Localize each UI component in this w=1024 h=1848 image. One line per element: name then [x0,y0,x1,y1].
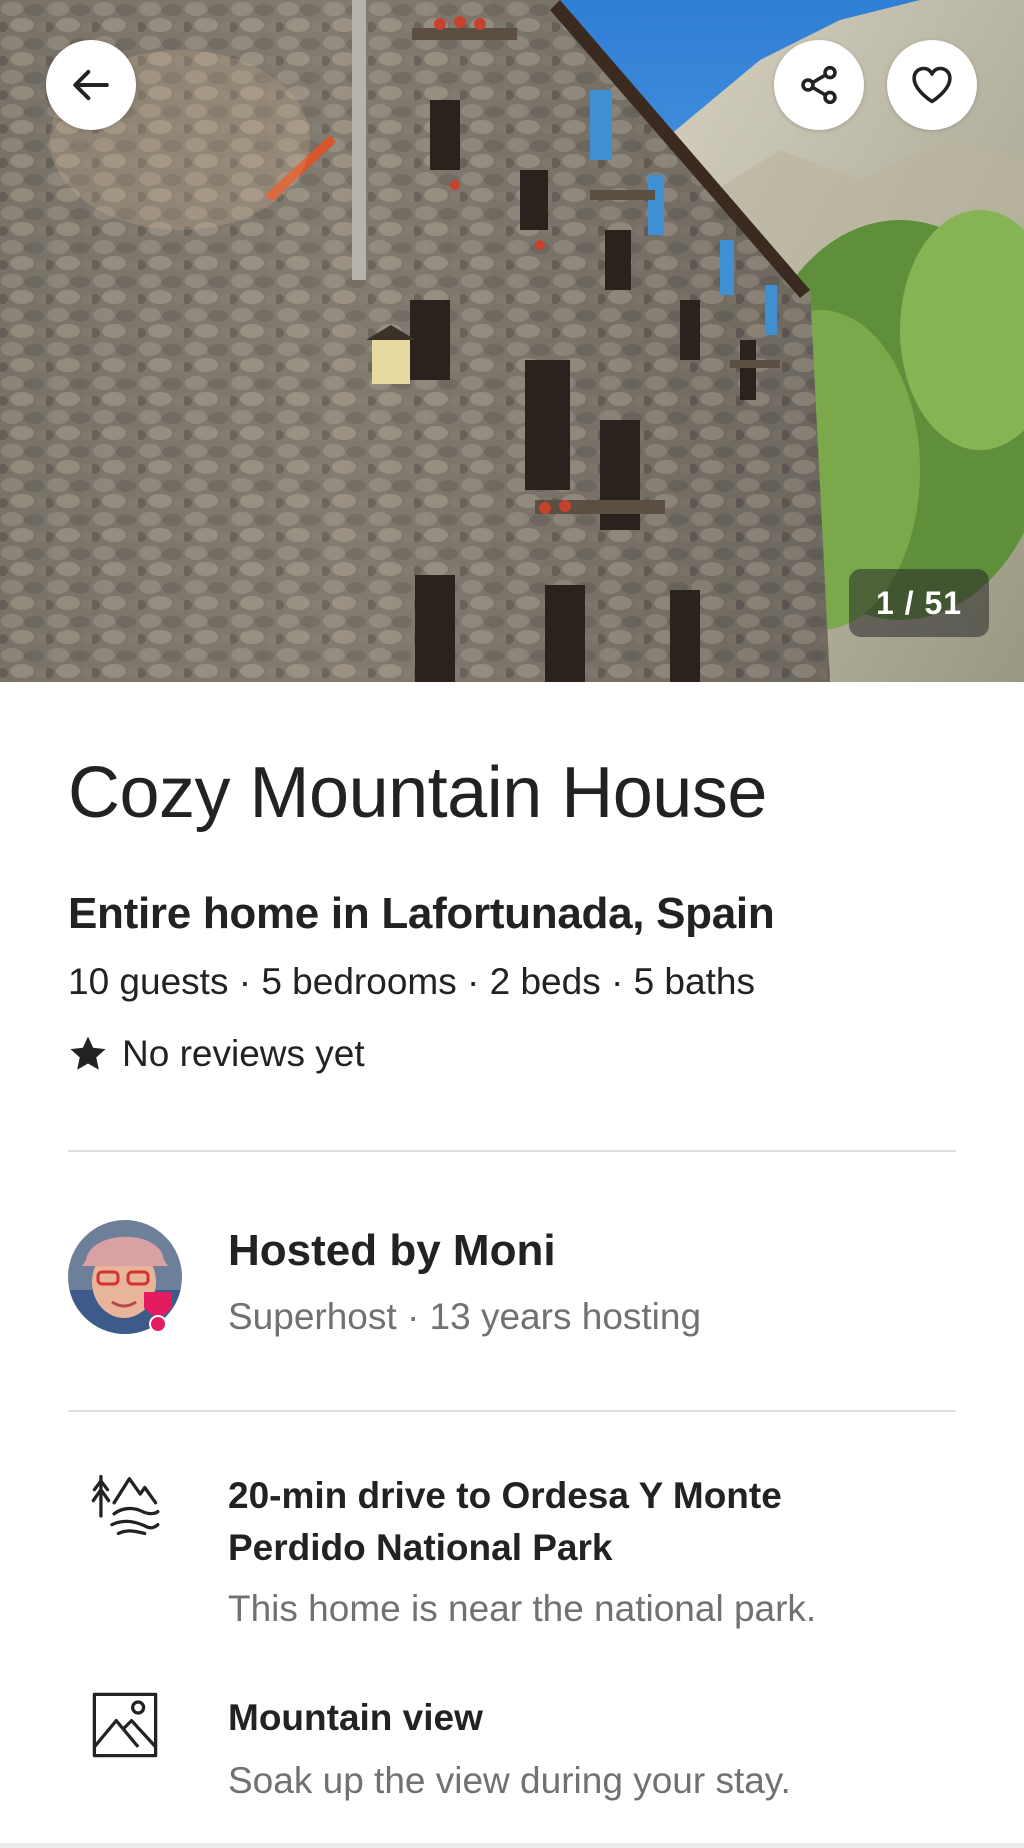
feature-description: Soak up the view during your stay. [228,1760,791,1801]
share-button[interactable] [774,40,864,130]
heart-icon [912,66,952,104]
arrow-left-icon [73,69,109,101]
national-park-icon [91,1474,160,1536]
host-avatar-image [68,1220,182,1334]
host-name: Hosted by Moni [228,1226,556,1275]
feature-title: 20-min drive to Ordesa Y Monte Perdido N… [228,1475,782,1568]
host-meta: Superhost · 13 years hosting [228,1296,702,1337]
listing-subtitle: Entire home in Lafortunada, Spain [68,889,775,938]
back-button[interactable] [46,40,136,130]
share-icon [801,65,837,105]
feature-title: Mountain view [228,1697,483,1738]
favorite-button[interactable] [887,40,977,130]
reviews-label: No reviews yet [122,1033,365,1074]
divider [68,1150,956,1152]
photo-counter: 1 / 51 [849,569,989,637]
star-icon [70,1036,106,1070]
divider [68,1410,956,1412]
reviews-summary: No reviews yet [68,1033,365,1075]
listing-photo-carousel[interactable]: 1 / 51 [0,0,1024,682]
listing-details: 10 guests · 5 bedrooms · 2 beds · 5 bath… [68,961,755,1002]
host-avatar[interactable] [68,1220,182,1334]
listing-title: Cozy Mountain House [68,753,767,833]
bottom-edge [0,1843,1024,1848]
feature-description: This home is near the national park. [228,1588,817,1629]
mountain-view-icon [92,1692,158,1758]
